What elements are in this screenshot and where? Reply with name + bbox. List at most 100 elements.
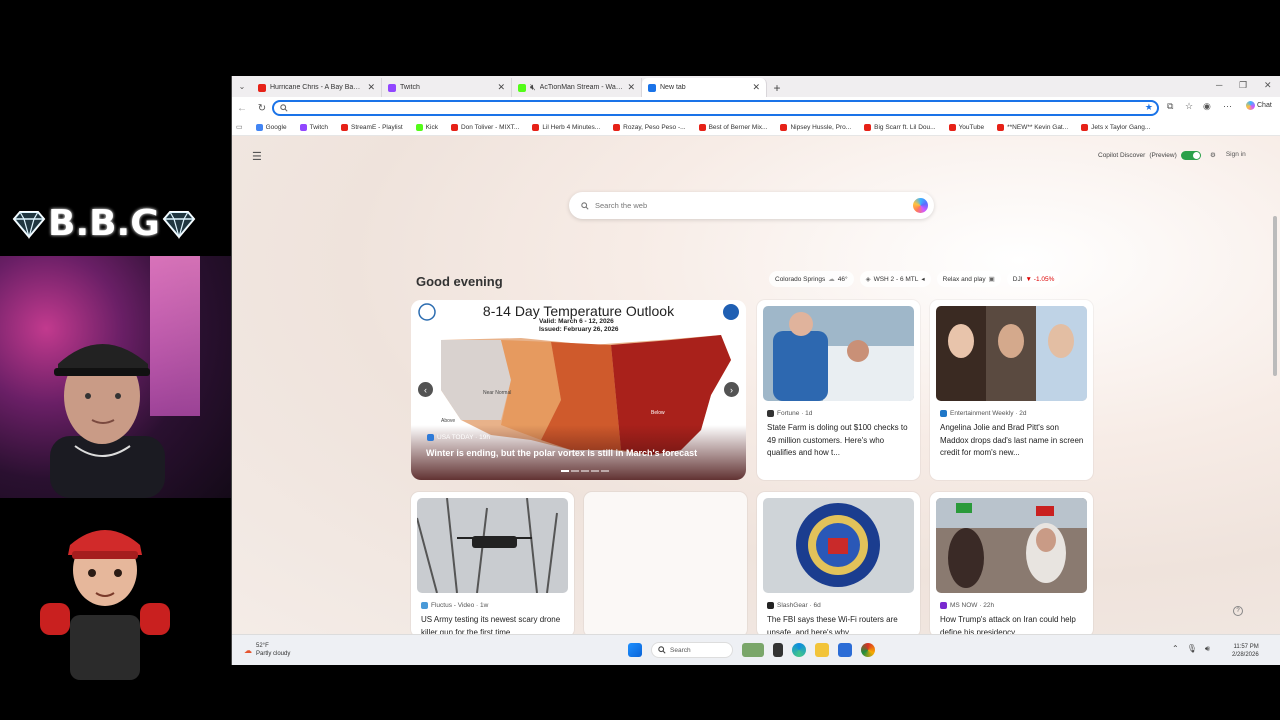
favorites-bar: ▭ Google Twitch StreamE - Playlist Kick Don …	[232, 119, 1280, 136]
close-tab-icon[interactable]: ✕	[497, 82, 505, 93]
new-tab-button[interactable]: +	[767, 78, 787, 97]
windows-taskbar: ☁ 52°F Partly cloudy Search ⌃ 🎙︎ 🔊︎ 11:5…	[232, 634, 1280, 665]
favorite-star-icon[interactable]: ★	[1145, 102, 1153, 113]
web-search-box[interactable]: Search the web	[569, 192, 934, 219]
bookmark-item[interactable]: **NEW** Kevin Gat...	[997, 123, 1068, 131]
tab-label: Hurricane Chris - A Bay Bay (Offici	[270, 84, 363, 91]
tab-label: New tab	[660, 84, 686, 91]
bookmark-favicon-icon	[698, 123, 706, 131]
hero-headline[interactable]: Winter is ending, but the polar vortex i…	[426, 448, 697, 458]
weather-chip[interactable]: Colorado Springs ☁ 46°	[769, 271, 854, 287]
news-card[interactable]: Fluctus - Video · 1w US Army testing its…	[411, 492, 574, 634]
hero-news-card[interactable]: 8-14 Day Temperature Outlook Valid: Marc…	[411, 300, 746, 480]
bookmark-item[interactable]: Jets x Taylor Gang...	[1081, 123, 1150, 131]
bookmark-item[interactable]: Don Toliver - MIXT...	[450, 123, 519, 131]
sports-score-chip[interactable]: ◈ WSH 2 - 6 MTL ◂	[859, 271, 931, 287]
edge-icon[interactable]	[792, 643, 806, 657]
card-title[interactable]: The FBI says these Wi-Fi routers are uns…	[767, 614, 912, 634]
tab-new-tab[interactable]: New tab ✕	[642, 78, 767, 97]
more-icon[interactable]: ⋯	[1223, 101, 1232, 112]
refresh-icon[interactable]: ↻	[252, 103, 272, 114]
bookmark-label: YouTube	[958, 123, 985, 131]
taskbar-search[interactable]: Search	[651, 642, 733, 658]
tab-twitch[interactable]: Twitch ✕	[382, 78, 512, 97]
close-window-icon[interactable]: ✕	[1264, 80, 1272, 91]
mute-tab-icon[interactable]: 🔇︎	[530, 82, 536, 93]
close-tab-icon[interactable]: ✕	[367, 82, 375, 93]
carousel-dots	[561, 470, 609, 472]
favorites-icon[interactable]: ☆	[1185, 101, 1193, 112]
tab-actions-icon[interactable]: ⌄	[232, 76, 252, 97]
copilot-discover-toggle[interactable]: Copilot Discover (Preview)	[1098, 151, 1201, 160]
news-card[interactable]: Entertainment Weekly · 2d Angelina Jolie…	[930, 300, 1093, 480]
toggle-switch[interactable]	[1180, 151, 1201, 160]
tab-actionman-stream[interactable]: 🔇︎ AcTionMan Stream - Watch L ✕	[512, 78, 642, 97]
bookmark-item[interactable]: Nipsey Hussle, Pro...	[780, 123, 851, 131]
source-label: MS NOW · 22h	[950, 602, 995, 609]
bookmark-item[interactable]: Twitch	[299, 123, 328, 131]
stream-frame: B.B.G ⌄ Hurricane Chris - A Bay Bay (✕ …	[0, 0, 1280, 720]
bookmark-item[interactable]: Google	[255, 123, 287, 131]
task-view-icon[interactable]	[773, 643, 783, 657]
copilot-icon[interactable]	[913, 198, 928, 213]
favorites-folder-icon[interactable]: ▭	[236, 123, 243, 131]
card-title[interactable]: State Farm is doling out $100 checks to …	[767, 422, 912, 460]
bookmark-item[interactable]: Rozay, Peso Peso -...	[613, 123, 686, 131]
bookmark-item[interactable]: Lil Herb 4 Minutes...	[532, 123, 600, 131]
copilot-chat-button[interactable]: Chat	[1246, 101, 1272, 110]
weather-icon: ☁	[244, 645, 252, 655]
menu-icon[interactable]: ☰	[252, 150, 262, 163]
chip-label: DJI	[1012, 275, 1023, 283]
settings-gear-icon[interactable]: ⚙	[1210, 151, 1216, 159]
speaker-icon[interactable]: 🔊︎	[1205, 644, 1210, 654]
games-chip[interactable]: Relax and play ▣	[936, 271, 1001, 287]
chip-value: 46°	[837, 275, 848, 283]
minimize-icon[interactable]: ─	[1216, 80, 1222, 90]
news-thumbnail-image	[936, 498, 1087, 593]
signin-link[interactable]: Sign in	[1226, 151, 1246, 159]
taskbar-apps: Search	[628, 642, 875, 658]
issued-date: Issued: February 26, 2026	[539, 326, 619, 333]
bookmark-item[interactable]: Best of Berner Mix...	[698, 123, 767, 131]
card-source: Entertainment Weekly · 2d	[940, 410, 1026, 417]
file-explorer-icon[interactable]	[815, 643, 829, 657]
bookmark-item[interactable]: StreamE - Playlist	[341, 123, 403, 131]
tray-chevron-icon[interactable]: ⌃	[1172, 644, 1179, 654]
widget-image-icon[interactable]	[742, 643, 764, 657]
fluctus-icon	[421, 602, 428, 609]
maximize-icon[interactable]: ❐	[1239, 80, 1247, 91]
bookmark-favicon-icon	[864, 123, 872, 131]
bookmark-item[interactable]: YouTube	[948, 123, 985, 131]
card-title[interactable]: Angelina Jolie and Brad Pitt's son Maddo…	[940, 422, 1085, 460]
address-bar[interactable]: ★	[272, 100, 1159, 116]
profile-icon[interactable]: ◉	[1203, 101, 1211, 112]
news-card[interactable]: Fortune · 1d State Farm is doling out $1…	[757, 300, 920, 480]
carousel-next-button[interactable]: ›	[724, 382, 739, 397]
close-tab-icon[interactable]: ✕	[627, 82, 635, 93]
tab-hurricane-chris[interactable]: Hurricane Chris - A Bay Bay (Offici ✕	[252, 78, 382, 97]
slashgear-icon	[767, 602, 774, 609]
windows-start-icon[interactable]	[628, 643, 642, 657]
card-title[interactable]: How Trump's attack on Iran could help de…	[940, 614, 1085, 634]
weather-widget[interactable]: ☁ 52°F Partly cloudy	[244, 642, 290, 658]
news-card[interactable]: SlashGear · 6d The FBI says these Wi-Fi …	[757, 492, 920, 634]
kick-icon	[518, 83, 526, 92]
bookmark-item[interactable]: Big Scarr ft. Lil Dou...	[864, 123, 936, 131]
chrome-icon[interactable]	[861, 643, 875, 657]
store-icon[interactable]	[838, 643, 852, 657]
card-title[interactable]: US Army testing its newest scary drone k…	[421, 614, 566, 634]
bookmark-favicon-icon	[450, 123, 458, 131]
bookmark-item[interactable]: Kick	[415, 123, 438, 131]
microphone-icon[interactable]: 🎙︎	[1187, 644, 1197, 654]
taskbar-clock[interactable]: 11:57 PM 2/28/2026	[1232, 643, 1259, 659]
help-icon[interactable]: ?	[1233, 606, 1243, 616]
stock-chip[interactable]: DJI ▼ -1.05%	[1006, 271, 1061, 287]
address-input[interactable]	[292, 103, 1112, 113]
page-scrollbar[interactable]	[1272, 198, 1278, 634]
extensions-icon[interactable]: ⧉	[1167, 101, 1173, 112]
carousel-prev-button[interactable]: ‹	[418, 382, 433, 397]
close-tab-icon[interactable]: ✕	[752, 82, 760, 93]
source-label: USA TODAY · 19h	[437, 434, 490, 441]
back-icon[interactable]: ←	[232, 103, 252, 114]
news-card[interactable]: MS NOW · 22h How Trump's attack on Iran …	[930, 492, 1093, 634]
